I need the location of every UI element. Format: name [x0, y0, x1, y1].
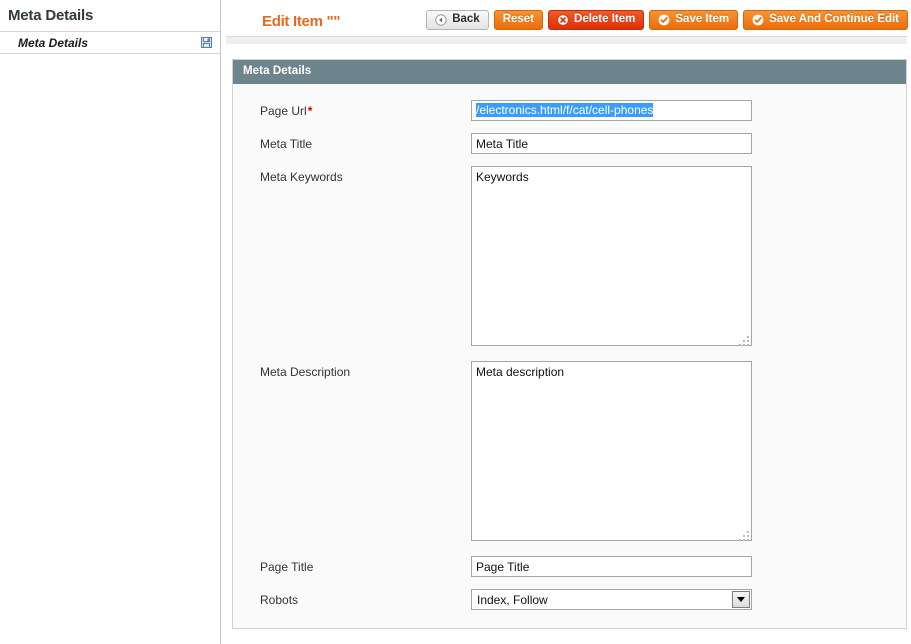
delete-x-circle-icon: [557, 14, 569, 26]
page-title-input[interactable]: [471, 556, 752, 577]
meta-details-panel: Meta Details Page Url* /electronics.html…: [232, 59, 907, 629]
page-title: Edit Item "": [262, 13, 341, 30]
page-url-label-text: Page Url: [260, 104, 307, 118]
field-row-robots: Robots Index, Follow: [233, 589, 906, 610]
save-continue-button[interactable]: Save And Continue Edit: [743, 10, 908, 30]
check-circle-icon: [752, 14, 764, 26]
save-continue-button-label: Save And Continue Edit: [769, 13, 899, 26]
panel-legend: Meta Details: [233, 60, 906, 84]
field-row-meta-keywords: Meta Keywords: [233, 166, 906, 349]
button-toolbar: Back Reset Delete Item Save Item Save An…: [426, 10, 908, 30]
back-button-label: Back: [452, 13, 480, 26]
page-url-input[interactable]: /electronics.html/f/cat/cell-phones: [471, 100, 752, 121]
content-header: Edit Item "" Back Reset Delete Item Save…: [222, 0, 911, 44]
reset-button-label: Reset: [502, 13, 535, 26]
panel-body: Page Url* /electronics.html/f/cat/cell-p…: [233, 84, 906, 628]
main-content: Edit Item "" Back Reset Delete Item Save…: [222, 0, 911, 644]
save-button-label: Save Item: [675, 13, 730, 26]
meta-keywords-wrapper: [471, 166, 752, 349]
back-button[interactable]: Back: [426, 10, 489, 30]
delete-button-label: Delete Item: [574, 13, 636, 26]
page-url-label: Page Url*: [260, 100, 471, 118]
page-url-input-value: /electronics.html/f/cat/cell-phones: [476, 103, 654, 117]
chevron-down-icon[interactable]: [732, 591, 750, 608]
field-row-meta-title: Meta Title: [233, 133, 906, 154]
robots-select[interactable]: Index, Follow: [471, 589, 752, 610]
meta-title-input[interactable]: [471, 133, 752, 154]
delete-button[interactable]: Delete Item: [548, 10, 645, 30]
field-row-page-url: Page Url* /electronics.html/f/cat/cell-p…: [233, 100, 906, 121]
meta-description-wrapper: [471, 361, 752, 544]
sidebar-nav: Meta Details: [0, 31, 220, 54]
meta-title-label: Meta Title: [260, 137, 313, 151]
robots-label: Robots: [260, 593, 299, 607]
meta-keywords-textarea[interactable]: [471, 166, 752, 346]
field-row-meta-description: Meta Description: [233, 361, 906, 544]
sidebar-item-meta-details[interactable]: Meta Details: [0, 32, 220, 54]
sidebar-item-label: Meta Details: [18, 35, 89, 50]
header-band: [226, 37, 907, 44]
reset-button[interactable]: Reset: [493, 10, 544, 30]
back-arrow-circle-icon: [435, 14, 447, 26]
robots-select-value: Index, Follow: [477, 592, 548, 607]
field-row-page-title: Page Title: [233, 556, 906, 577]
application-root: Meta Details Meta Details Edit Item "" B…: [0, 0, 911, 644]
meta-description-label: Meta Description: [260, 365, 351, 379]
sidebar: Meta Details Meta Details: [0, 0, 221, 644]
save-floppy-icon: [201, 37, 212, 48]
save-button[interactable]: Save Item: [649, 10, 739, 30]
sidebar-title: Meta Details: [8, 7, 94, 24]
meta-keywords-label: Meta Keywords: [260, 170, 343, 184]
check-circle-icon: [658, 14, 670, 26]
required-marker: *: [307, 104, 313, 118]
page-title-label: Page Title: [260, 560, 314, 574]
meta-description-textarea[interactable]: [471, 361, 752, 541]
